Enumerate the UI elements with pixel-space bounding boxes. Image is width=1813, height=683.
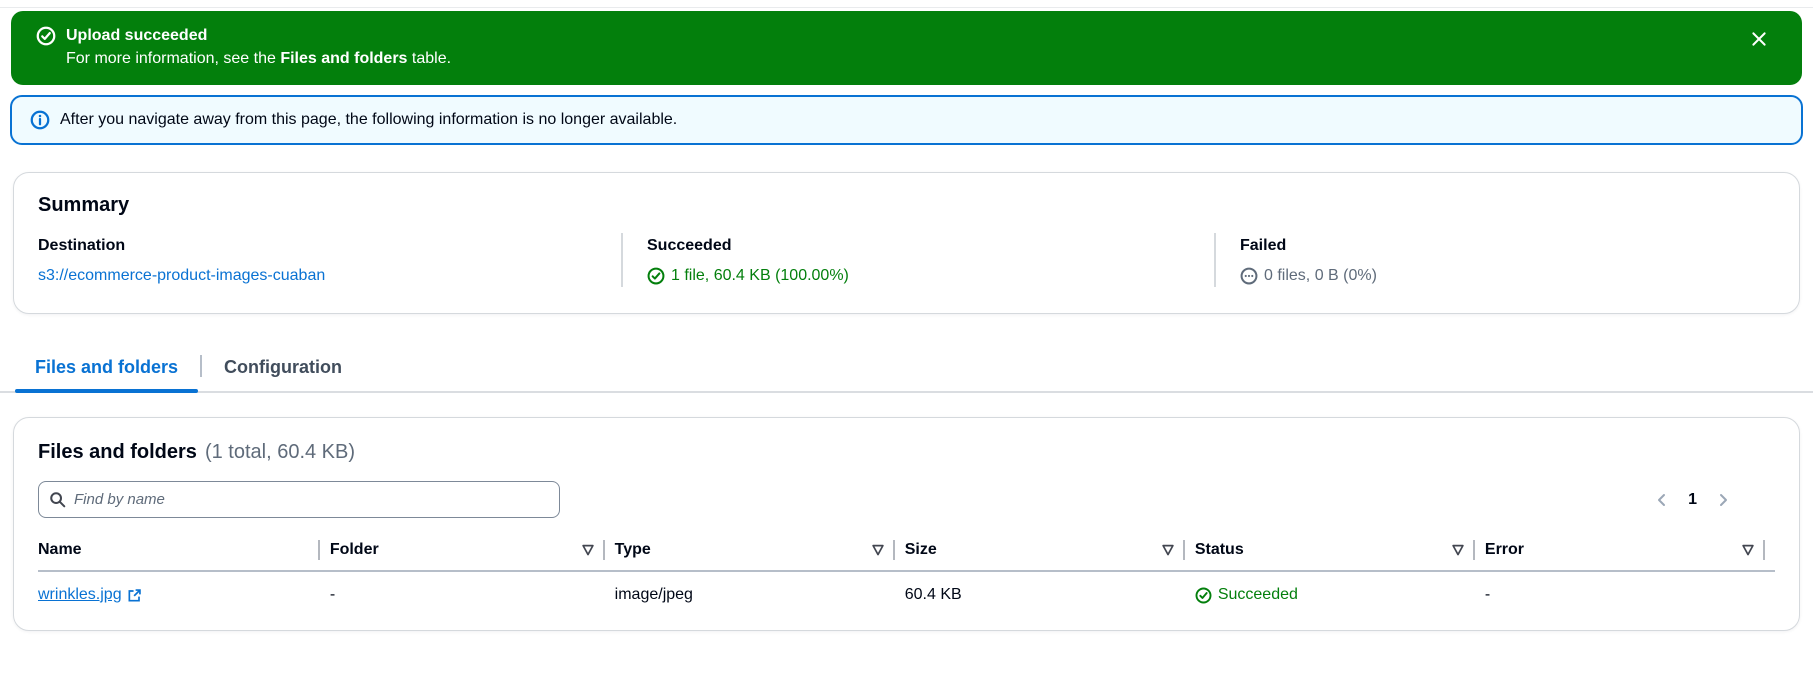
column-header-folder: Folder [329,534,615,572]
summary-grid: Destination s3://ecommerce-product-image… [38,233,1775,287]
failed-value: 0 files, 0 B (0%) [1264,267,1377,284]
status-badge: Succeeded [1217,586,1298,603]
summary-card: Summary Destination s3://ecommerce-produ… [13,172,1800,314]
files-counter: (1 total, 60.4 KB) [204,441,356,463]
external-link-icon [127,588,142,603]
info-icon [30,110,50,130]
files-panel-title: Files and folders [38,441,197,463]
column-header-name: Name [38,534,330,572]
files-toolbar: 1 [38,481,1775,518]
file-link[interactable]: wrinkles.jpg [38,586,142,604]
status-check-icon [1195,587,1212,604]
tab-bar: Files and folders Configuration [0,347,1813,393]
cell-status: Succeeded [1195,571,1485,616]
search-icon [49,491,66,508]
folder-filter-icon[interactable] [581,543,603,557]
success-check-icon [36,26,56,46]
info-alert-text: After you navigate away from this page, … [60,111,678,128]
search-input[interactable] [74,491,549,508]
flashbar-title: Upload succeeded [66,27,208,44]
flashbar-text: Upload succeeded For more information, s… [66,24,1746,70]
column-header-status: Status [1194,534,1485,572]
page-number[interactable]: 1 [1686,491,1699,509]
size-filter-icon[interactable] [1161,543,1183,557]
cell-type: image/jpeg [614,586,693,603]
destination-link[interactable]: s3://ecommerce-product-images-cuaban [38,265,325,287]
page-top-divider [0,0,1813,8]
status-filter-icon[interactable] [1451,543,1473,557]
column-divider [1182,540,1185,560]
succeeded-value: 1 file, 60.4 KB (100.00%) [671,267,849,284]
tab-configuration[interactable]: Configuration [202,347,364,391]
info-alert: After you navigate away from this page, … [10,95,1803,145]
next-page-icon[interactable] [1713,490,1733,510]
succeeded-check-icon [647,267,665,285]
pagination: 1 [1652,490,1775,510]
summary-title: Summary [38,194,130,216]
summary-failed: Failed 0 files, 0 B (0%) [1214,233,1775,287]
column-header-error: Error [1484,534,1775,572]
succeeded-label: Succeeded [647,237,732,254]
error-filter-icon[interactable] [1741,543,1763,557]
column-divider [1763,540,1765,560]
previous-page-icon[interactable] [1652,490,1672,510]
ellipsis-circle-icon [1240,267,1258,285]
summary-destination: Destination s3://ecommerce-product-image… [38,233,621,287]
cell-error: - [1484,586,1491,603]
type-filter-icon[interactable] [871,543,893,557]
column-divider [317,540,320,560]
files-table: Name Folder Type Size Status Error wrink… [38,534,1775,616]
destination-label: Destination [38,237,126,254]
flashbar-message: For more information, see the Files and … [66,50,452,67]
table-header-row: Name Folder Type Size Status Error [38,534,1775,572]
column-divider [1472,540,1475,560]
files-and-folders-card: Files and folders (1 total, 60.4 KB) 1 [13,417,1800,631]
cell-folder: - [329,586,336,603]
close-icon[interactable] [1746,26,1772,52]
column-header-size: Size [904,534,1195,572]
tab-files-and-folders[interactable]: Files and folders [13,347,200,393]
summary-succeeded: Succeeded 1 file, 60.4 KB (100.00%) [621,233,1214,287]
failed-label: Failed [1240,237,1287,254]
table-row: wrinkles.jpg - image/jpeg 60.4 KB Succee… [38,571,1775,616]
column-divider [602,540,605,560]
cell-name: wrinkles.jpg [38,571,330,616]
cell-size: 60.4 KB [904,586,962,603]
search-box[interactable] [38,481,560,518]
column-divider [892,540,895,560]
column-header-type: Type [614,534,905,572]
flashbar-success: Upload succeeded For more information, s… [11,11,1802,85]
